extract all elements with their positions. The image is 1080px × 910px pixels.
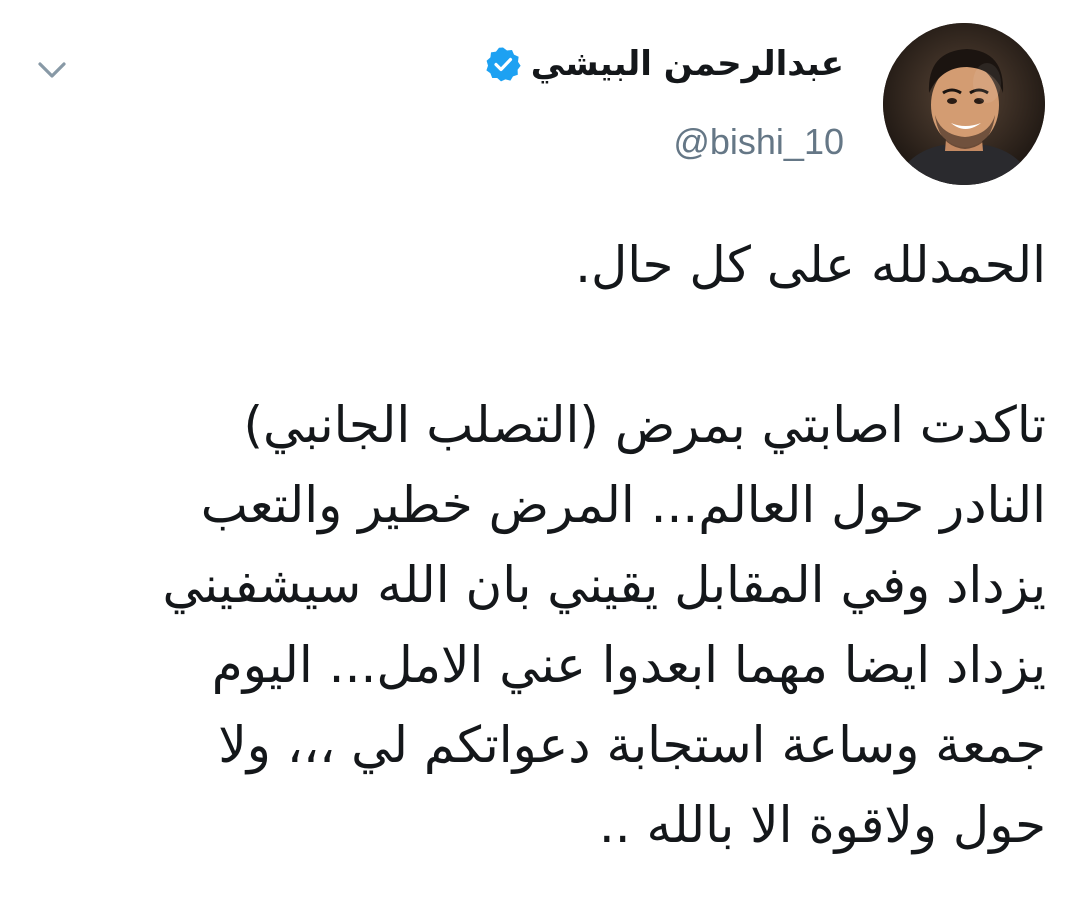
chevron-down-icon xyxy=(38,62,66,78)
tweet-text: الحمدلله على كل حال. تاكدت اصابتي بمرض (… xyxy=(36,225,1047,865)
author-name-row[interactable]: عبدالرحمن البيشي xyxy=(485,46,844,82)
tweet-line: حول ولاقوة الا بالله .. xyxy=(598,796,1046,854)
tweet-line: يزداد ايضا مهما ابعدوا عني الامل... اليو… xyxy=(211,636,1046,694)
tweet-line: النادر حول العالم... المرض خطير والتعب xyxy=(200,476,1046,534)
tweet-menu-chevron-button[interactable] xyxy=(32,50,72,90)
author-handle[interactable]: @bishi_10 xyxy=(673,124,844,160)
tweet-line: تاكدت اصابتي بمرض (التصلب الجانبي) xyxy=(243,396,1046,454)
tweet-line: الحمدلله على كل حال. xyxy=(575,236,1046,294)
author-display-name: عبدالرحمن البيشي xyxy=(530,44,844,84)
verified-badge-icon xyxy=(486,47,521,82)
avatar-photo xyxy=(883,23,1045,185)
avatar[interactable] xyxy=(883,23,1045,185)
tweet-line: يزداد وفي المقابل يقيني بان الله سيشفيني xyxy=(162,556,1047,614)
tweet-line: جمعة وساعة استجابة دعواتكم لي ،،، ولا xyxy=(218,716,1046,774)
